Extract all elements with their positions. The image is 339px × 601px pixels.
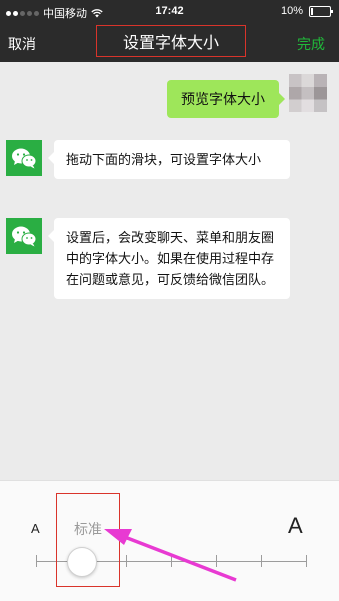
user-avatar [289, 74, 327, 112]
done-button[interactable]: 完成 [297, 34, 325, 54]
wechat-logo-icon [12, 148, 37, 169]
slider-tick [171, 555, 172, 567]
received-message-bubble: 拖动下面的滑块，可设置字体大小 [48, 140, 290, 179]
nav-bar: 取消 设置字体大小 完成 [0, 24, 339, 62]
font-size-panel: A A 标准 [0, 480, 339, 601]
cancel-button[interactable]: 取消 [8, 34, 36, 54]
page-title-highlight: 设置字体大小 [96, 25, 246, 57]
page-title: 设置字体大小 [122, 35, 219, 52]
received-message-text: 拖动下面的滑块，可设置字体大小 [66, 152, 262, 167]
slider-tick [306, 555, 307, 567]
battery-icon [309, 5, 333, 17]
slider-tick [261, 555, 262, 567]
screen: 中国移动 17:42 10% 取消 设置字体大小 完成 预览字体大小 拖动下面的… [0, 0, 339, 601]
received-message-text: 设置后，会改变聊天、菜单和朋友圈中的字体大小。如果在使用过程中存在问题或意见，可… [66, 230, 275, 287]
received-message-bubble: 设置后，会改变聊天、菜单和朋友圈中的字体大小。如果在使用过程中存在问题或意见，可… [48, 218, 290, 299]
battery-percent: 10% [280, 5, 303, 17]
slider-tick [36, 555, 37, 567]
wechat-avatar [6, 140, 42, 176]
large-font-label: A [288, 513, 303, 538]
battery-status: 10% [280, 5, 333, 17]
preview-chat: 预览字体大小 拖动下面的滑块，可设置字体大小 设置后，会改变聊天、菜单和朋友圈中… [0, 62, 339, 480]
sent-message-bubble: 预览字体大小 [167, 80, 285, 118]
small-font-label: A [31, 521, 40, 536]
annotation-highlight-box [56, 493, 120, 587]
slider-tick [126, 555, 127, 567]
wechat-logo-icon [12, 226, 37, 247]
status-bar: 中国移动 17:42 10% [0, 0, 339, 24]
wechat-avatar [6, 218, 42, 254]
slider-tick [216, 555, 217, 567]
sent-message-text: 预览字体大小 [181, 91, 265, 107]
